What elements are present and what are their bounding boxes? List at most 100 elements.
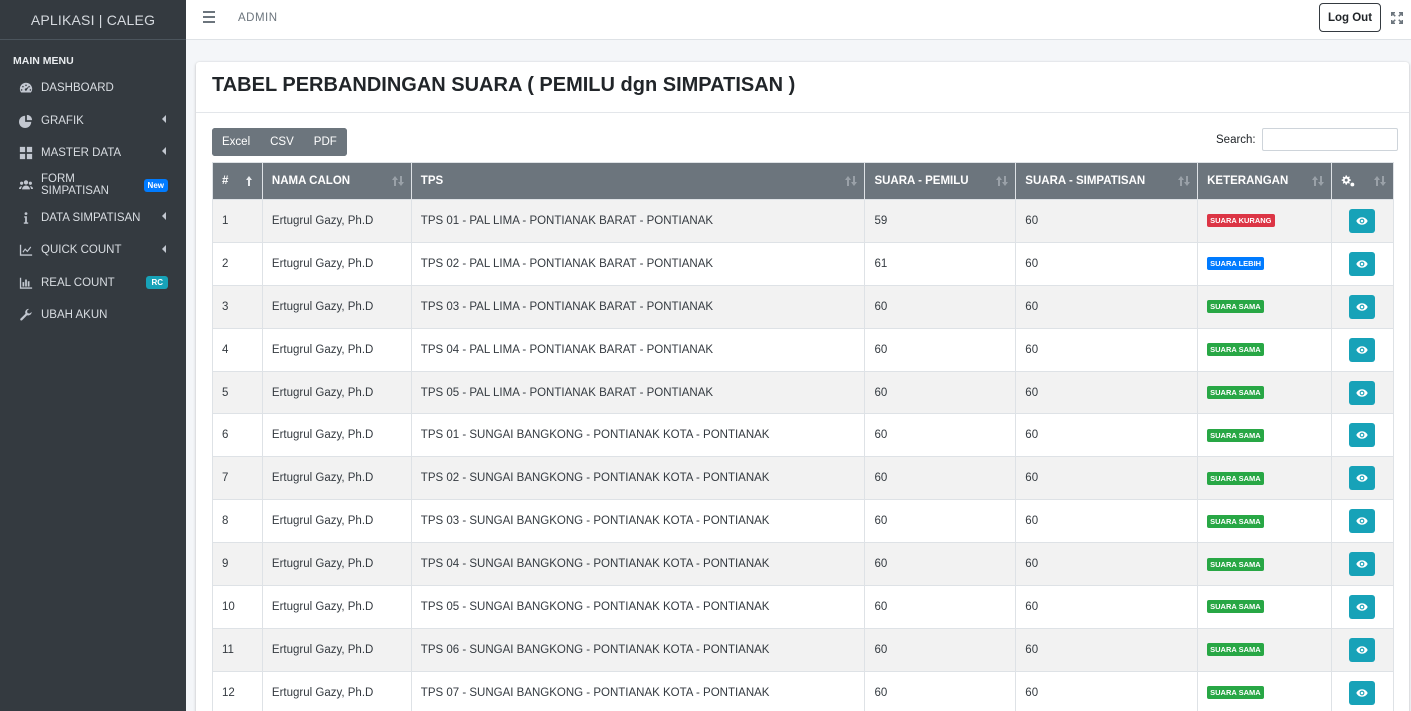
logout-button[interactable]: Log Out bbox=[1319, 3, 1381, 32]
suara-pemilu: 60 bbox=[864, 456, 1017, 501]
wrench-icon bbox=[18, 308, 34, 322]
eye-icon bbox=[1356, 260, 1368, 268]
eye-icon bbox=[1356, 474, 1368, 483]
suara-pemilu: 59 bbox=[864, 199, 1017, 243]
view-button[interactable] bbox=[1348, 680, 1375, 705]
sidebar-item-form-simpatisan[interactable]: FORM SIMPATISAN New bbox=[0, 169, 186, 201]
table-row: 4 Ertugrul Gazy, Ph.D TPS 04 - PAL LIMA - … bbox=[212, 327, 1395, 372]
eye-icon bbox=[1356, 517, 1368, 525]
table-row: 3 Ertugrul Gazy, Ph.D TPS 03 - PAL LIMA - … bbox=[212, 284, 1395, 329]
status-badge: SUARA KURANG bbox=[1207, 214, 1275, 228]
row-number: 6 bbox=[212, 413, 263, 458]
tps-name: TPS 03 - PAL LIMA - PONTIANAK BARAT - PO… bbox=[410, 284, 866, 329]
view-button[interactable] bbox=[1348, 294, 1375, 319]
suara-simpatisan: 60 bbox=[1015, 585, 1199, 629]
action-cell bbox=[1330, 284, 1395, 329]
keterangan-cell: SUARA SAMA bbox=[1197, 627, 1332, 672]
action-cell bbox=[1330, 241, 1395, 286]
suara-simpatisan: 60 bbox=[1015, 199, 1199, 243]
view-button[interactable] bbox=[1348, 251, 1375, 276]
status-badge: SUARA LEBIH bbox=[1207, 257, 1265, 271]
status-badge: SUARA SAMA bbox=[1207, 300, 1264, 314]
sidebar: APLIKASI | CALEG MAIN MENU DASHBOARD GRA… bbox=[0, 0, 186, 711]
view-button[interactable] bbox=[1348, 637, 1375, 662]
sort-asc-icon bbox=[243, 175, 255, 187]
col-header-nama-calon[interactable]: NAMA CALON bbox=[261, 162, 412, 200]
col-header-tps[interactable]: TPS bbox=[410, 162, 866, 200]
tps-name: TPS 04 - PAL LIMA - PONTIANAK BARAT - PO… bbox=[410, 327, 866, 372]
suara-simpatisan: 60 bbox=[1015, 413, 1199, 458]
sort-icon bbox=[845, 175, 858, 187]
sidebar-item-quick-count[interactable]: QUICK COUNT bbox=[0, 234, 186, 266]
col-header-label: TPS bbox=[420, 175, 444, 187]
row-number: 10 bbox=[212, 585, 263, 629]
status-badge: SUARA SAMA bbox=[1207, 343, 1264, 357]
sidebar-item-data-simpatisan[interactable]: DATA SIMPATISAN bbox=[0, 202, 186, 234]
csv-button[interactable]: CSV bbox=[260, 128, 304, 156]
tps-name: TPS 01 - PAL LIMA - PONTIANAK BARAT - PO… bbox=[410, 199, 866, 243]
suara-pemilu: 61 bbox=[864, 241, 1017, 286]
view-button[interactable] bbox=[1348, 208, 1375, 233]
pdf-button[interactable]: PDF bbox=[303, 128, 347, 156]
view-button[interactable] bbox=[1348, 509, 1375, 534]
view-button[interactable] bbox=[1348, 337, 1375, 362]
menu-header: MAIN MENU bbox=[13, 55, 74, 67]
tps-name: TPS 02 - PAL LIMA - PONTIANAK BARAT - PO… bbox=[410, 241, 866, 286]
candidate-name: Ertugrul Gazy, Ph.D bbox=[261, 542, 412, 587]
pie-chart-icon bbox=[18, 114, 34, 128]
excel-button[interactable]: Excel bbox=[212, 128, 261, 156]
brand-logo[interactable]: APLIKASI | CALEG bbox=[0, 0, 186, 40]
action-cell bbox=[1330, 499, 1395, 544]
col-header-keterangan[interactable]: KETERANGAN bbox=[1197, 162, 1332, 200]
sort-icon bbox=[996, 175, 1009, 187]
action-cell bbox=[1330, 199, 1395, 243]
action-cell bbox=[1330, 370, 1395, 415]
col-header-actions[interactable] bbox=[1330, 162, 1395, 200]
new-badge: New bbox=[143, 178, 168, 192]
search-box: Search: bbox=[1216, 128, 1398, 151]
fullscreen-icon[interactable] bbox=[1391, 11, 1403, 24]
th-large-icon bbox=[18, 146, 34, 160]
admin-label[interactable]: ADMIN bbox=[238, 12, 278, 24]
suara-simpatisan: 60 bbox=[1015, 284, 1199, 329]
view-button[interactable] bbox=[1348, 380, 1375, 405]
sidebar-item-real-count[interactable]: REAL COUNT RC bbox=[0, 266, 186, 298]
tachometer-icon bbox=[18, 81, 34, 95]
sidebar-item-master-data[interactable]: MASTER DATA bbox=[0, 137, 186, 169]
status-badge: SUARA SAMA bbox=[1207, 557, 1264, 571]
col-header-number[interactable]: # bbox=[212, 162, 263, 200]
search-label: Search: bbox=[1216, 133, 1256, 146]
eye-icon bbox=[1356, 688, 1368, 697]
view-button[interactable] bbox=[1348, 594, 1375, 619]
keterangan-cell: SUARA SAMA bbox=[1197, 499, 1332, 544]
col-header-suara-simpatisan[interactable]: SUARA - SIMPATISAN bbox=[1015, 162, 1199, 200]
tps-name: TPS 05 - PAL LIMA - PONTIANAK BARAT - PO… bbox=[410, 370, 866, 415]
status-badge: SUARA SAMA bbox=[1207, 514, 1264, 528]
tps-name: TPS 03 - SUNGAI BANGKONG - PONTIANAK KOT… bbox=[410, 499, 866, 544]
chevron-left-icon bbox=[160, 212, 168, 223]
action-cell bbox=[1330, 327, 1395, 372]
cogs-icon bbox=[1341, 175, 1355, 187]
search-input[interactable] bbox=[1261, 128, 1398, 151]
sidebar-item-dashboard[interactable]: DASHBOARD bbox=[0, 72, 186, 104]
col-header-suara-pemilu[interactable]: SUARA - PEMILU bbox=[864, 162, 1017, 200]
eye-icon bbox=[1356, 217, 1368, 225]
view-button[interactable] bbox=[1348, 423, 1375, 448]
card-header: TABEL PERBANDINGAN SUARA ( PEMILU dgn SI… bbox=[196, 62, 1409, 113]
sidebar-item-grafik[interactable]: GRAFIK bbox=[0, 104, 186, 136]
sidebar-item-ubah-akun[interactable]: UBAH AKUN bbox=[0, 299, 186, 331]
sort-icon bbox=[1311, 175, 1324, 187]
view-button[interactable] bbox=[1348, 552, 1375, 577]
table-body: 1 Ertugrul Gazy, Ph.D TPS 01 - PAL LIMA - … bbox=[212, 199, 1395, 711]
suara-simpatisan: 60 bbox=[1015, 327, 1199, 372]
menu-toggle-icon[interactable] bbox=[203, 11, 215, 23]
table-row: 10 Ertugrul Gazy, Ph.D TPS 05 - SUNGAI BAN… bbox=[212, 585, 1395, 629]
candidate-name: Ertugrul Gazy, Ph.D bbox=[261, 670, 412, 711]
row-number: 7 bbox=[212, 456, 263, 501]
keterangan-cell: SUARA KURANG bbox=[1197, 199, 1332, 243]
row-number: 2 bbox=[212, 241, 263, 286]
eye-icon bbox=[1356, 302, 1368, 311]
view-button[interactable] bbox=[1348, 466, 1375, 491]
row-number: 5 bbox=[212, 370, 263, 415]
keterangan-cell: SUARA SAMA bbox=[1197, 670, 1332, 711]
